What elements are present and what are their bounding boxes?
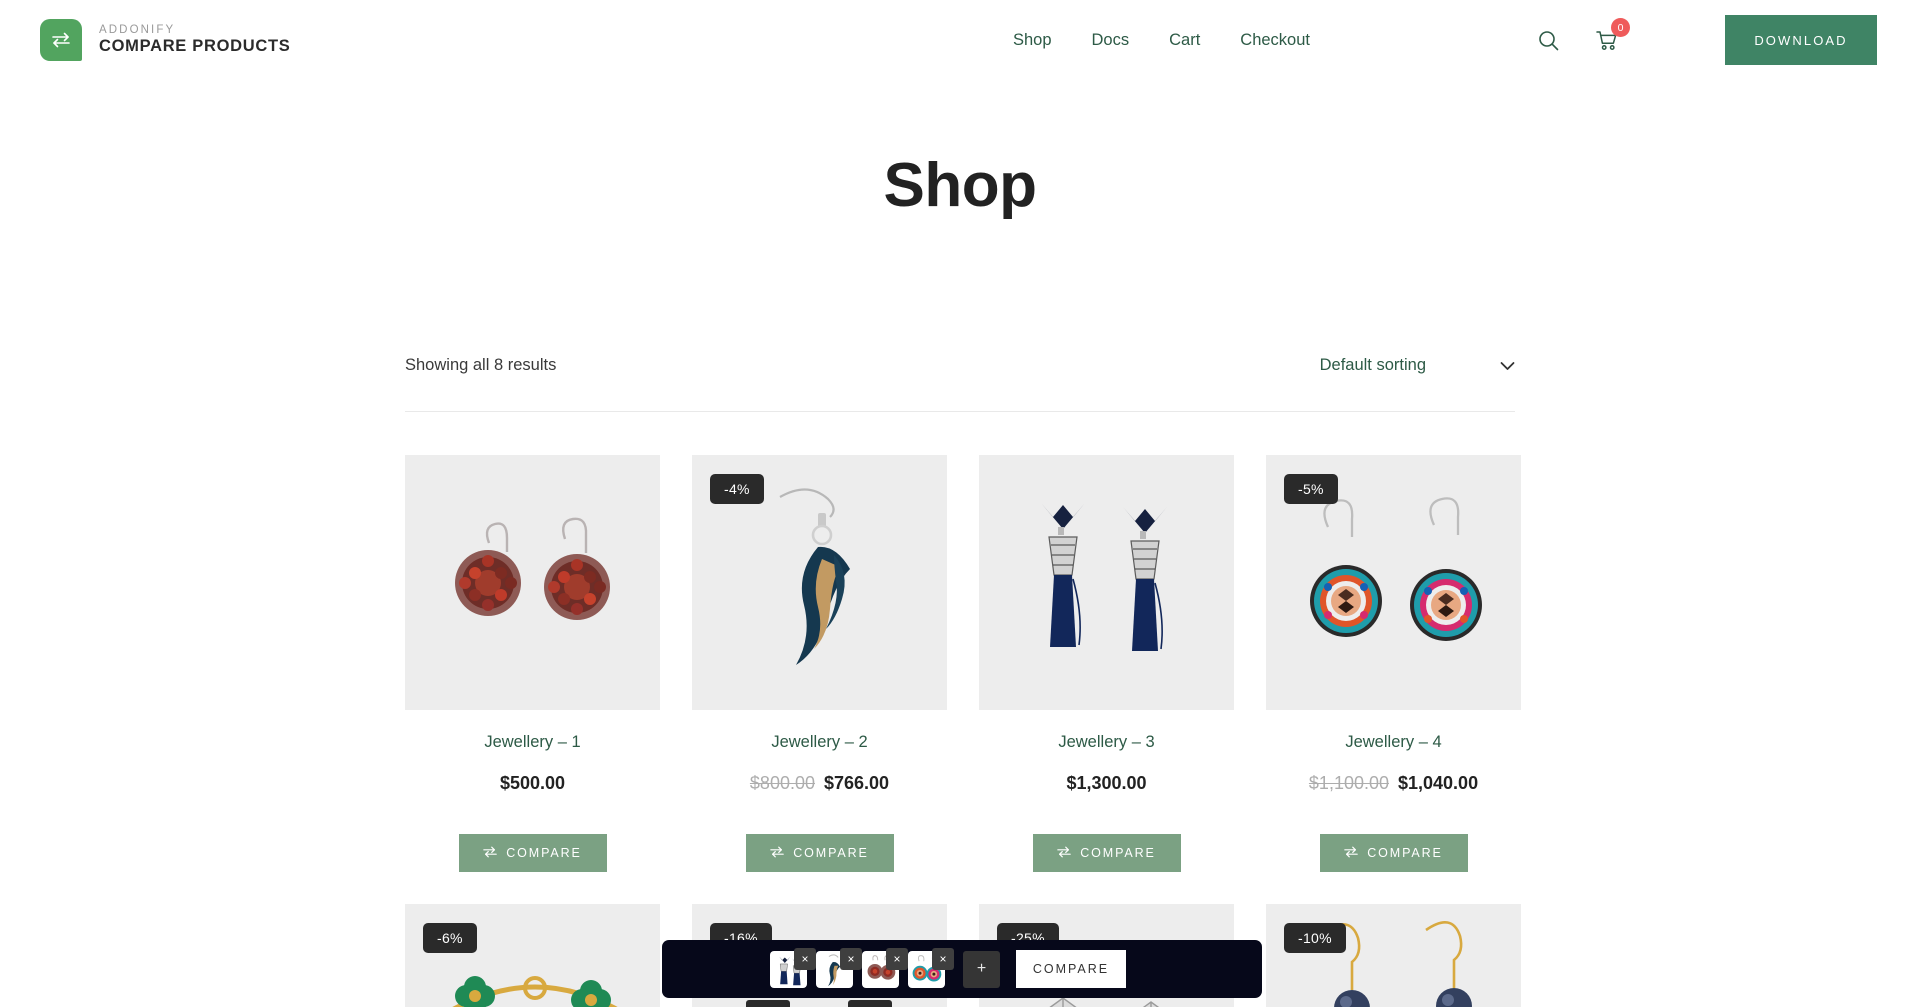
- compare-bar-item[interactable]: ×: [908, 947, 954, 988]
- brand-eyebrow: ADDONIFY: [99, 24, 176, 37]
- product-image-red-cluster-earrings[interactable]: [405, 455, 660, 710]
- site-header: ADDONIFY COMPARE PRODUCTS Shop Docs Cart…: [0, 0, 1920, 80]
- compare-button[interactable]: COMPARE: [458, 834, 607, 872]
- discount-badge: -6%: [423, 923, 477, 953]
- product-card: -4% Jewellery – 2 $800.00 $766.00 COMPAR…: [692, 455, 947, 872]
- brand-logo[interactable]: ADDONIFY COMPARE PRODUCTS: [40, 19, 290, 61]
- product-price-original: $1,100.00: [1308, 773, 1389, 793]
- product-image-blue-pearl-earrings[interactable]: -10%: [1266, 904, 1521, 1007]
- product-name[interactable]: Jewellery – 4: [1266, 733, 1521, 752]
- compare-arrows-icon: [40, 19, 82, 61]
- sort-dropdown-value: Default sorting: [1319, 356, 1426, 374]
- page-title: Shop: [883, 151, 1037, 220]
- product-name[interactable]: Jewellery – 2: [692, 733, 947, 752]
- remove-icon[interactable]: ×: [886, 947, 908, 970]
- compare-bar-items: × × × ×: [770, 947, 954, 988]
- sort-dropdown[interactable]: Default sorting: [1320, 356, 1515, 375]
- product-price-current: $500.00: [499, 773, 566, 793]
- product-price-current: $1,040.00: [1398, 773, 1479, 793]
- search-icon[interactable]: [1535, 27, 1561, 53]
- result-count: Showing all 8 results: [405, 356, 557, 374]
- product-name[interactable]: Jewellery – 3: [979, 733, 1234, 752]
- compare-button-label: COMPARE: [506, 846, 582, 860]
- remove-icon[interactable]: ×: [794, 947, 816, 970]
- shop-toolbar-wrap: Showing all 8 results Default sorting: [405, 356, 1515, 412]
- product-price-current: $766.00: [824, 773, 890, 793]
- discount-badge: -4%: [710, 474, 764, 504]
- cart-icon[interactable]: 0: [1594, 18, 1630, 53]
- compare-bar-compare-button[interactable]: COMPARE: [1016, 950, 1126, 988]
- product-price-original: $800.00: [749, 773, 815, 793]
- compare-button-label: COMPARE: [1367, 846, 1443, 860]
- chevron-down-icon: [1500, 361, 1515, 371]
- shop-toolbar: Showing all 8 results Default sorting: [405, 356, 1515, 412]
- download-button[interactable]: DOWNLOAD: [1725, 15, 1877, 65]
- compare-button-label: COMPARE: [1080, 846, 1156, 860]
- compare-button[interactable]: COMPARE: [1319, 834, 1468, 872]
- nav-item-shop[interactable]: Shop: [1013, 31, 1052, 50]
- product-price-current: $1,300.00: [1066, 773, 1147, 793]
- nav-item-docs[interactable]: Docs: [1092, 31, 1130, 50]
- remove-icon[interactable]: ×: [840, 947, 862, 970]
- product-card: -10% Jewellery – 8: [1266, 904, 1521, 1007]
- product-image-round-crystal-earrings[interactable]: -5%: [1266, 455, 1521, 710]
- compare-arrows-icon: [483, 846, 497, 861]
- compare-button[interactable]: COMPARE: [745, 834, 894, 872]
- product-image-navy-gold-swirl-earring[interactable]: -4%: [692, 455, 947, 710]
- product-card: Jewellery – 3 $1,300.00 COMPARE: [979, 455, 1234, 872]
- discount-badge: -5%: [1284, 474, 1338, 504]
- product-image-navy-tassel-earrings[interactable]: [979, 455, 1234, 710]
- product-name[interactable]: Jewellery – 1: [405, 733, 660, 752]
- product-card: -5% Jewellery – 4 $1,100.00 $1,040.00 CO…: [1266, 455, 1521, 872]
- brand-title: COMPARE PRODUCTS: [99, 37, 291, 56]
- product-price: $500.00: [405, 773, 660, 794]
- compare-bar-item[interactable]: ×: [862, 947, 908, 988]
- product-price: $1,100.00 $1,040.00: [1266, 773, 1521, 794]
- compare-arrows-icon: [1344, 846, 1358, 861]
- remove-icon[interactable]: ×: [932, 947, 954, 970]
- compare-bar-item[interactable]: ×: [816, 947, 862, 988]
- product-card: -6% Jewellery – 5: [405, 904, 660, 1007]
- nav-item-checkout[interactable]: Checkout: [1240, 31, 1310, 50]
- discount-badge: -10%: [1284, 923, 1346, 953]
- product-image-green-clover-bracelet[interactable]: -6%: [405, 904, 660, 1007]
- compare-bar-item[interactable]: ×: [770, 947, 816, 988]
- product-price: $1,300.00: [979, 773, 1234, 794]
- compare-arrows-icon: [770, 846, 784, 861]
- compare-bar: × × × × + COMPARE: [662, 940, 1262, 998]
- compare-button-label: COMPARE: [793, 846, 869, 860]
- main-navigation: Shop Docs Cart Checkout: [1013, 0, 1310, 80]
- add-product-button[interactable]: +: [963, 950, 1000, 988]
- product-card: Jewellery – 1 $500.00 COMPARE: [405, 455, 660, 872]
- header-icon-group: 0: [1535, 0, 1630, 80]
- nav-item-cart[interactable]: Cart: [1169, 31, 1200, 50]
- product-price: $800.00 $766.00: [692, 773, 947, 794]
- compare-button[interactable]: COMPARE: [1032, 834, 1181, 872]
- product-grid: Jewellery – 1 $500.00 COMPARE -4% Jewell…: [405, 455, 1521, 1007]
- cart-count-badge: 0: [1611, 18, 1630, 37]
- compare-arrows-icon: [1057, 846, 1071, 861]
